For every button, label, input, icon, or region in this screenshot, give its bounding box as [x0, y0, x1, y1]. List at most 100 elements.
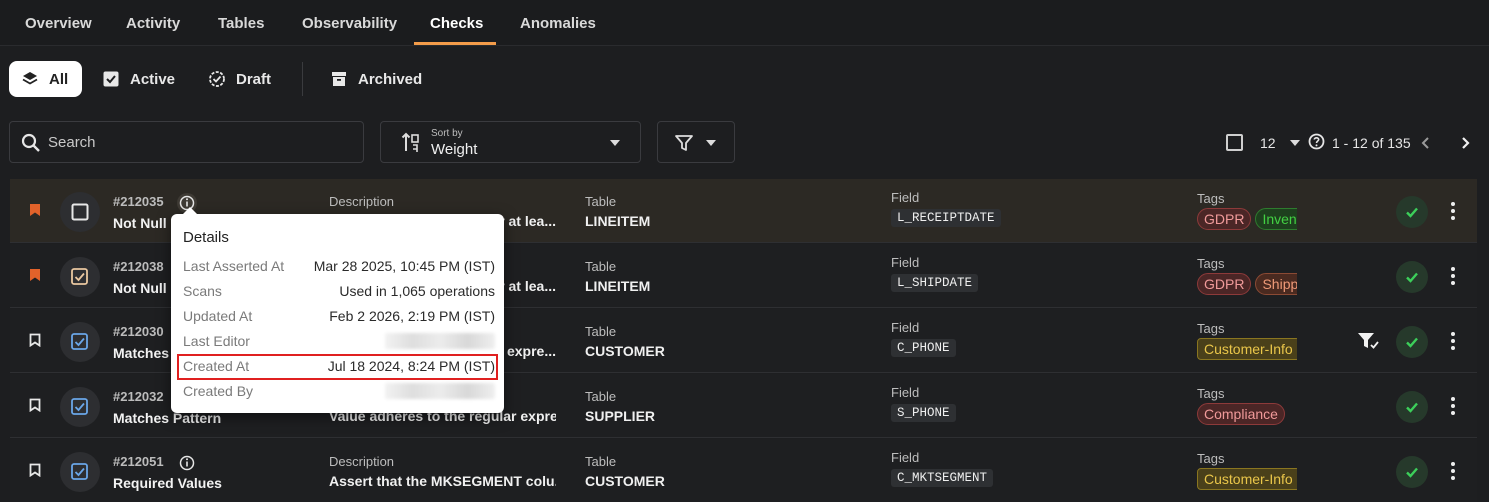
active-check-icon[interactable]	[60, 452, 100, 492]
tag-badge[interactable]: GDPR	[1197, 208, 1252, 230]
bookmark-filled-icon[interactable]	[29, 268, 41, 287]
tab-observability[interactable]: Observability	[302, 0, 397, 46]
check-id: #212030	[113, 324, 164, 339]
tags-label: Tags	[1197, 451, 1225, 466]
check-rule-name: Required Values	[113, 475, 222, 491]
tab-tables[interactable]: Tables	[218, 0, 264, 46]
sort-by-select[interactable]: Sort by Weight	[380, 121, 641, 163]
select-all-checkbox[interactable]	[1226, 134, 1243, 151]
bookmark-outline-icon[interactable]	[29, 463, 41, 482]
active-check-icon[interactable]	[60, 387, 100, 427]
check-row[interactable]: #212051 Required Values Description Asse…	[10, 439, 1477, 502]
redacted-value	[385, 383, 495, 399]
check-id: #212035	[113, 194, 164, 209]
help-circle-icon[interactable]	[1308, 133, 1325, 153]
per-page-select[interactable]: 12	[1260, 130, 1300, 156]
detail-created-by: Created By	[183, 380, 495, 402]
detail-updated-at: Updated At Feb 2 2026, 2:19 PM (IST)	[183, 305, 495, 327]
field-chip[interactable]: C_PHONE	[891, 339, 956, 357]
bookmark-filled-icon[interactable]	[29, 203, 41, 222]
chevron-left-icon[interactable]	[1418, 135, 1434, 151]
tags-label: Tags	[1197, 256, 1225, 271]
tag-badge[interactable]: Customer-Info	[1197, 468, 1297, 490]
bookmark-outline-icon[interactable]	[29, 333, 41, 352]
filter-draft-button[interactable]: Draft	[196, 61, 283, 97]
table-label: Table	[585, 194, 617, 209]
more-options-icon[interactable]	[1450, 332, 1456, 350]
tab-overview[interactable]: Overview	[25, 0, 92, 46]
table-value[interactable]: LINEITEM	[585, 278, 650, 294]
detail-value: Mar 28 2025, 10:45 PM (IST)	[313, 258, 495, 274]
field-chip[interactable]: S_PHONE	[891, 404, 956, 422]
redacted-value	[385, 333, 495, 349]
table-label: Table	[585, 259, 617, 274]
tags-list: GDPRInventory	[1197, 208, 1297, 230]
table-value[interactable]: LINEITEM	[585, 213, 650, 229]
chevron-right-icon[interactable]	[1457, 135, 1473, 151]
chevron-down-icon	[610, 140, 620, 146]
filter-divider	[302, 62, 303, 96]
detail-key: Last Editor	[183, 333, 250, 349]
checkbox-checked-icon	[102, 70, 120, 88]
detail-last-editor: Last Editor	[183, 330, 495, 352]
field-chip[interactable]: L_RECEIPTDATE	[891, 209, 1001, 227]
more-options-icon[interactable]	[1450, 202, 1456, 220]
check-rule-name: Matches	[113, 345, 170, 361]
filter-check-icon	[1357, 331, 1381, 356]
detail-value: Jul 18 2024, 8:24 PM (IST)	[327, 358, 495, 374]
table-label: Table	[585, 454, 617, 469]
check-id: #212038	[113, 259, 164, 274]
check-rule-name: Not Null	[113, 280, 167, 296]
details-title: Details	[183, 229, 229, 246]
pagination-range-text: 1 - 12 of 135	[1332, 135, 1411, 151]
bookmark-outline-icon[interactable]	[29, 398, 41, 417]
description-label: Description	[329, 194, 395, 209]
tags-list: Customer-Info	[1197, 468, 1297, 490]
filter-active-button[interactable]: Active	[90, 61, 187, 97]
more-options-icon[interactable]	[1450, 267, 1456, 285]
filter-archived-label: Archived	[358, 70, 423, 88]
filter-draft-label: Draft	[236, 70, 272, 88]
search-icon	[21, 133, 41, 158]
table-label: Table	[585, 324, 617, 339]
tab-checks[interactable]: Checks	[430, 0, 483, 46]
tag-badge[interactable]: GDPR	[1197, 273, 1252, 295]
row-select-checkbox[interactable]	[60, 192, 100, 232]
table-value[interactable]: CUSTOMER	[585, 473, 665, 489]
table-value[interactable]: SUPPLIER	[585, 408, 655, 424]
table-value[interactable]: CUSTOMER	[585, 343, 665, 359]
tags-list: GDPRShipping	[1197, 273, 1297, 295]
chevron-down-icon	[706, 140, 716, 146]
draft-badge-icon	[208, 70, 226, 88]
field-chip[interactable]: L_SHIPDATE	[891, 274, 979, 292]
detail-key: Last Asserted At	[183, 258, 285, 274]
detail-key: Updated At	[183, 308, 253, 324]
tab-anomalies[interactable]: Anomalies	[520, 0, 596, 46]
tag-badge[interactable]: Customer-Info	[1197, 338, 1297, 360]
filter-archived-button[interactable]: Archived	[318, 61, 434, 97]
table-label: Table	[585, 389, 617, 404]
filter-dropdown-button[interactable]	[657, 121, 735, 163]
funnel-icon	[674, 133, 694, 158]
active-check-icon[interactable]	[60, 322, 100, 362]
tab-activity[interactable]: Activity	[126, 0, 180, 46]
tag-badge[interactable]: Shipping	[1255, 273, 1297, 295]
sort-by-caption: Sort by	[431, 128, 463, 139]
description-value: Assert that the MKSEGMENT colu...	[329, 473, 556, 489]
check-passed-icon	[1396, 391, 1428, 423]
details-popover: Details Last Asserted At Mar 28 2025, 10…	[171, 207, 504, 413]
more-options-icon[interactable]	[1450, 397, 1456, 415]
check-rule-name: Not Null	[113, 215, 167, 231]
chevron-down-icon	[1289, 140, 1300, 146]
popover-arrow	[183, 207, 197, 214]
field-chip[interactable]: C_MKTSEGMENT	[891, 469, 994, 487]
draft-check-icon[interactable]	[60, 257, 100, 297]
filter-all-button[interactable]: All	[9, 61, 82, 97]
more-options-icon[interactable]	[1450, 462, 1456, 480]
detail-last-asserted: Last Asserted At Mar 28 2025, 10:45 PM (…	[183, 255, 495, 277]
search-input[interactable]	[48, 122, 348, 162]
check-passed-icon	[1396, 456, 1428, 488]
tag-badge[interactable]: Compliance	[1197, 403, 1285, 425]
tag-badge[interactable]: Inventory	[1255, 208, 1297, 230]
check-passed-icon	[1396, 261, 1428, 293]
